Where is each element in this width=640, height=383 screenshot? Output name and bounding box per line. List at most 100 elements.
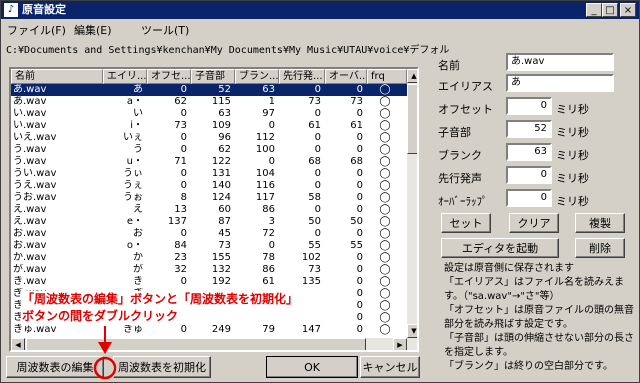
- column-header[interactable]: エイリ...: [103, 69, 147, 84]
- menu-tools[interactable]: ツール(T): [141, 22, 189, 38]
- table-row[interactable]: あ.wav a・ 62 115 1 73 73 ◯: [11, 96, 407, 108]
- horizontal-scroll-thumb[interactable]: [26, 338, 366, 350]
- offset-field[interactable]: 0: [506, 97, 552, 115]
- table-row[interactable]: あ.wav あ 0 52 63 0 0 ◯: [11, 84, 407, 96]
- maximize-button[interactable]: □: [602, 3, 618, 17]
- duplicate-button[interactable]: 複製: [575, 213, 625, 233]
- column-header[interactable]: 名前: [11, 69, 103, 84]
- table-cell: [235, 312, 275, 324]
- scroll-up-arrow-icon[interactable]: ▲: [407, 69, 417, 83]
- cancel-button[interactable]: キャンセル: [360, 356, 420, 378]
- table-cell: 0: [356, 276, 363, 287]
- table-cell: ◯: [379, 156, 391, 167]
- column-header[interactable]: 子音部: [191, 69, 235, 84]
- menu-file[interactable]: ファイル(F): [7, 22, 66, 38]
- consonant-field[interactable]: 52: [506, 120, 552, 138]
- table-row[interactable]: え.wav e・ 137 87 3 50 50 ◯: [11, 216, 407, 228]
- launch-editor-button[interactable]: エディタを起動: [441, 238, 559, 258]
- vertical-scrollbar[interactable]: ▲ ▼: [407, 69, 417, 338]
- table-cell: ◯: [379, 108, 391, 119]
- table-cell: 0: [356, 204, 363, 215]
- ok-button[interactable]: OK: [266, 356, 358, 378]
- close-button[interactable]: ×: [620, 3, 636, 17]
- horizontal-scrollbar[interactable]: ◀ ▶: [11, 338, 417, 350]
- scroll-down-arrow-icon[interactable]: ▼: [407, 324, 417, 338]
- preutterance-field[interactable]: 0: [506, 166, 552, 184]
- table-row[interactable]: き.wav き 0 192 61 135 0 ◯: [11, 276, 407, 288]
- table-row[interactable]: う.wav u・ 71 122 0 68 68 ◯: [11, 156, 407, 168]
- table-cell: ◯: [379, 84, 391, 95]
- table-cell: お.wav: [13, 228, 47, 239]
- scroll-right-arrow-icon[interactable]: ▶: [393, 338, 407, 350]
- menu-edit[interactable]: 編集(E): [74, 22, 112, 38]
- table-cell: が: [133, 264, 143, 275]
- table-cell: 109: [211, 120, 231, 131]
- table-cell: か.wav: [13, 252, 47, 263]
- clear-button[interactable]: クリア: [509, 213, 559, 233]
- table-cell: 63: [262, 84, 275, 95]
- table-cell: 73: [350, 96, 363, 107]
- table-cell: 50: [308, 216, 321, 227]
- table-cell: え: [133, 204, 143, 215]
- vertical-scroll-thumb[interactable]: [407, 84, 417, 154]
- table-cell: うぉ: [123, 192, 143, 203]
- column-header[interactable]: オフセ...: [147, 69, 191, 84]
- table-cell: 117: [255, 192, 275, 203]
- offset-label: オフセット: [438, 103, 493, 116]
- table-cell: ◯: [379, 276, 391, 287]
- alias-label: エイリアス: [438, 80, 493, 93]
- table-row[interactable]: え.wav え 13 60 86 0 0 ◯: [11, 204, 407, 216]
- overlap-field[interactable]: 0: [506, 189, 552, 207]
- delete-button[interactable]: 削除: [575, 238, 625, 258]
- note-consonant: 「子音部」は頭の伸縮させない部分の長さを指定します。: [444, 333, 634, 358]
- table-cell: 55: [308, 240, 321, 251]
- column-header[interactable]: オーバ...: [325, 69, 367, 84]
- column-header[interactable]: 先行発...: [279, 69, 325, 84]
- table-cell: 0: [180, 144, 187, 155]
- table-cell: う.wav: [13, 144, 47, 155]
- table-row[interactable]: い.wav い 0 63 97 0 0 ◯: [11, 108, 407, 120]
- table-row[interactable]: い.wav i・ 73 109 0 61 61 ◯: [11, 120, 407, 132]
- table-cell: 61: [350, 120, 363, 131]
- table-cell: 100: [255, 144, 275, 155]
- edit-frequency-table-button[interactable]: 周波数表の編集: [6, 356, 104, 378]
- table-cell: あ: [133, 84, 143, 95]
- table-row[interactable]: か.wav か 23 155 78 102 0 ◯: [11, 252, 407, 264]
- table-cell: ◯: [379, 120, 391, 131]
- table-cell: ◯: [379, 96, 391, 107]
- table-cell: 192: [211, 276, 231, 287]
- table-cell: うい.wav: [13, 168, 57, 179]
- table-cell: うぇ: [123, 180, 143, 191]
- table-cell: ◯: [379, 324, 391, 335]
- table-row[interactable]: うえ.wav うぇ 0 140 116 0 0 ◯: [11, 180, 407, 192]
- table-row[interactable]: うい.wav うぃ 0 131 104 0 0 ◯: [11, 168, 407, 180]
- table-cell: 68: [308, 156, 321, 167]
- table-row[interactable]: が.wav が 32 132 86 73 0 ◯: [11, 264, 407, 276]
- table-cell: 73: [308, 96, 321, 107]
- blank-field[interactable]: 63: [506, 143, 552, 161]
- table-row[interactable]: いえ.wav いぇ 0 96 112 0 0 ◯: [11, 132, 407, 144]
- table-cell: 0: [268, 156, 275, 167]
- utau-oto-settings-window: ♪ 原音設定 _ □ × ファイル(F) 編集(E) ツール(T) C:¥Doc…: [0, 0, 640, 383]
- name-field[interactable]: あ.wav: [506, 53, 614, 71]
- alias-field[interactable]: あ: [506, 74, 614, 92]
- table-cell: 0: [180, 108, 187, 119]
- table-cell: ◯: [379, 204, 391, 215]
- note-alias: 「エイリアス」はファイル名を読みえます。（"sa.wav"→"さ"等）: [444, 277, 624, 302]
- init-frequency-table-button[interactable]: 周波数表を初期化: [113, 356, 211, 378]
- table-cell: 0: [180, 228, 187, 239]
- minimize-button[interactable]: _: [586, 3, 602, 17]
- table-row[interactable]: お.wav o・ 84 73 0 55 55 ◯: [11, 240, 407, 252]
- blank-label: ブランク: [438, 149, 482, 162]
- table-row[interactable]: うお.wav うぉ 8 124 117 58 0 ◯: [11, 192, 407, 204]
- column-header[interactable]: frq: [367, 69, 407, 84]
- table-cell: 73: [308, 264, 321, 275]
- table-row[interactable]: きゅ.wav きゅ 0 249 79 147 0 ◯: [11, 324, 407, 336]
- table-cell: ◯: [379, 168, 391, 179]
- table-cell: [191, 312, 231, 324]
- table-row[interactable]: う.wav う 0 62 100 0 0 ◯: [11, 144, 407, 156]
- column-header[interactable]: ブラン...: [235, 69, 279, 84]
- scroll-left-arrow-icon[interactable]: ◀: [11, 338, 25, 350]
- set-button[interactable]: セット: [441, 213, 491, 233]
- table-row[interactable]: お.wav お 0 45 72 0 0 ◯: [11, 228, 407, 240]
